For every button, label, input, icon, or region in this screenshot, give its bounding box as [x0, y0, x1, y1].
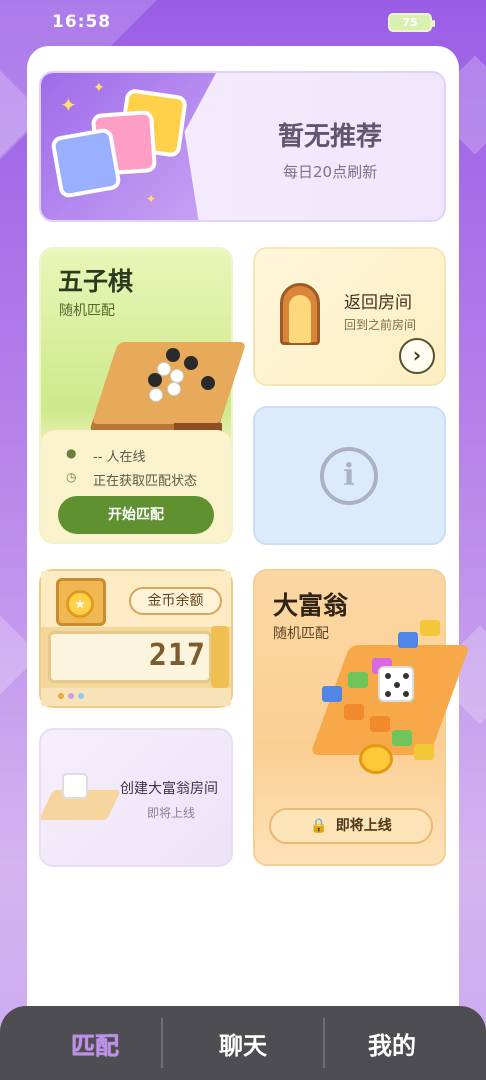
battery-icon: 75 [388, 13, 435, 32]
create-room-title: 创建大富翁房间 [120, 781, 218, 797]
black-stone [166, 348, 180, 362]
recommend-title: 暂无推荐 [278, 122, 383, 152]
monopoly-subtitle: 随机匹配 [273, 626, 329, 642]
board-tile [344, 704, 364, 720]
tab-divider [161, 1018, 163, 1068]
board-tile [370, 716, 390, 732]
indicator-dot [58, 693, 64, 699]
board-tile [420, 620, 440, 636]
info-icon: i [320, 447, 378, 505]
monopoly-title: 大富翁 [273, 591, 349, 620]
board-tile [414, 744, 434, 760]
clock-icon: ◷ [66, 470, 77, 484]
board-tile [398, 632, 418, 648]
coin-side-bar [211, 626, 229, 688]
chevron-right-icon[interactable]: › [399, 338, 435, 374]
black-stone [148, 373, 162, 387]
return-room-subtitle: 回到之前房间 [344, 318, 417, 332]
coming-soon-label: 即将上线 [335, 818, 392, 834]
dice-icon [378, 666, 414, 702]
return-room-title: 返回房间 [344, 293, 412, 313]
white-stone [149, 388, 163, 402]
coming-soon-button[interactable]: 🔒 即将上线 [269, 808, 433, 844]
avatar-dark [50, 127, 122, 199]
tab-chat[interactable]: 聊天 [183, 1026, 303, 1061]
users-icon: ● [66, 446, 77, 460]
sparkle-icon: ✦ [60, 93, 77, 117]
black-stone [184, 356, 198, 370]
sparkle-icon: ✦ [93, 80, 105, 96]
status-time: 16:58 [52, 12, 112, 32]
gomoku-subtitle: 随机匹配 [59, 303, 115, 319]
black-stone [201, 376, 215, 390]
gomoku-title: 五子棋 [58, 267, 134, 296]
white-stone [167, 382, 181, 396]
indicator-dot [78, 693, 84, 699]
tab-profile[interactable]: 我的 [332, 1026, 452, 1061]
sparkle-icon: ✦ [146, 192, 157, 206]
coin-icon [359, 744, 393, 774]
recommend-subtitle: 每日20点刷新 [283, 163, 378, 181]
dice-icon [62, 773, 88, 799]
tab-match[interactable]: 匹配 [35, 1026, 155, 1061]
board-tile [392, 730, 412, 746]
coin-face: ★ [66, 590, 94, 618]
coin-balance-value: 217 [148, 638, 206, 673]
start-match-button[interactable]: 开始匹配 [58, 496, 214, 534]
indicator-dot [68, 693, 74, 699]
battery-level: 75 [402, 16, 418, 29]
match-status: 正在获取匹配状态 [93, 474, 198, 489]
white-stone [170, 369, 184, 383]
tab-divider [323, 1018, 325, 1068]
coin-balance-label: 金币余额 [129, 587, 222, 615]
board-tile [348, 672, 368, 688]
create-room-subtitle: 即将上线 [147, 806, 196, 820]
lock-icon: 🔒 [310, 818, 328, 834]
board-tile [322, 686, 342, 702]
online-count: -- 人在线 [93, 450, 146, 465]
door-light [289, 295, 311, 343]
